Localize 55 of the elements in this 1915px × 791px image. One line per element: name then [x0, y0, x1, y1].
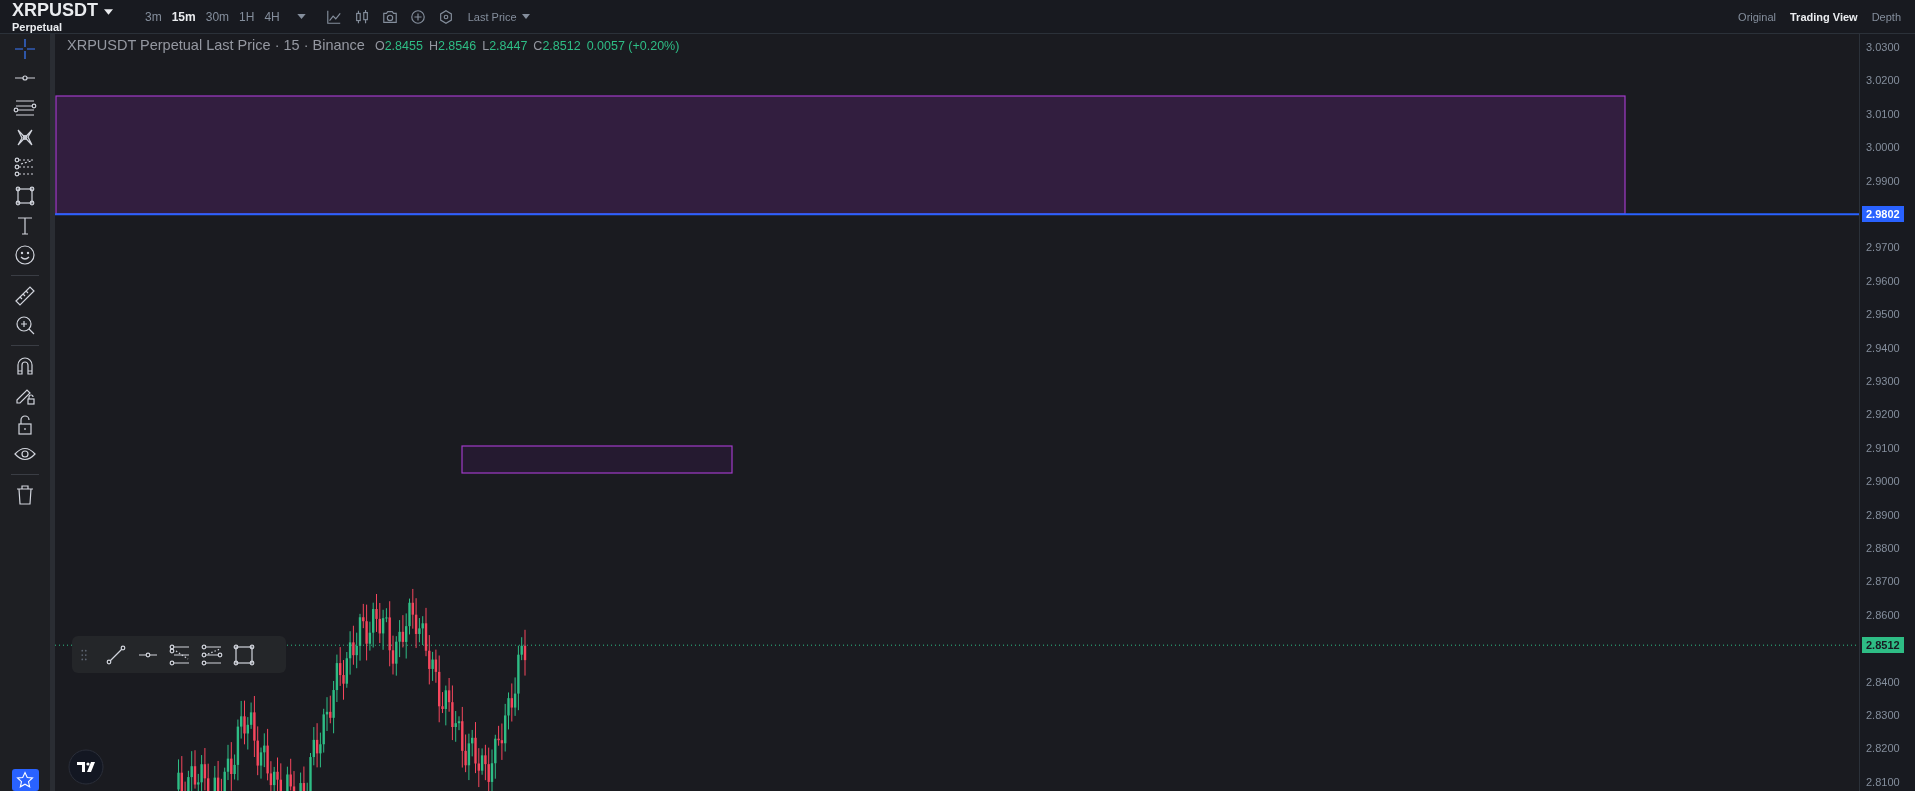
- logo-icon[interactable]: [68, 749, 104, 785]
- favorites-button[interactable]: [11, 769, 39, 791]
- price-marker: 2.9802: [1862, 206, 1904, 223]
- interval-tab[interactable]: 4H: [259, 9, 285, 24]
- price-tick: 3.0100: [1866, 107, 1900, 120]
- price-line[interactable]: [55, 213, 1859, 216]
- view-tab[interactable]: Trading View: [1790, 10, 1858, 23]
- price-tick: 2.9600: [1866, 274, 1900, 287]
- add-icon[interactable]: [409, 8, 426, 25]
- price-tick: 3.0000: [1866, 141, 1900, 154]
- fib-retracement-icon[interactable]: [168, 642, 192, 667]
- star-icon: [15, 770, 35, 790]
- indicator-icon[interactable]: [325, 8, 342, 25]
- ohlc-value: L2.8447: [482, 39, 528, 53]
- view-tab[interactable]: Original: [1738, 10, 1776, 23]
- ohlc-value: O2.8455: [374, 39, 423, 53]
- price-tick: 2.8800: [1866, 542, 1900, 554]
- interval-tab[interactable]: 30m: [200, 9, 235, 24]
- caret-icon[interactable]: [104, 8, 113, 15]
- interval-tab[interactable]: 15m: [166, 9, 201, 24]
- interval-tab[interactable]: 3m: [140, 9, 167, 24]
- fib-extension-icon[interactable]: [200, 642, 224, 667]
- price-tick: 2.8700: [1866, 575, 1900, 588]
- price-type-dropdown[interactable]: Last Price: [467, 10, 530, 23]
- price-tick: 2.9100: [1866, 441, 1900, 454]
- price-tick: 2.8900: [1866, 508, 1900, 521]
- contract-type: Perpetual: [12, 20, 64, 33]
- price-tick: 2.9200: [1866, 408, 1900, 421]
- price-tick: 2.9000: [1866, 475, 1900, 488]
- chart-title: XRPUSDT Perpetual Last Price · 15 · Binance: [67, 37, 365, 53]
- interval-tab[interactable]: 1H: [234, 9, 260, 24]
- price-tick: 2.9400: [1866, 341, 1900, 354]
- emoji-icon[interactable]: [13, 243, 37, 268]
- settings-icon[interactable]: [437, 8, 454, 25]
- price-tick: 2.9300: [1866, 375, 1900, 387]
- price-tick: 2.8400: [1866, 675, 1900, 688]
- price-tick: 2.9900: [1866, 174, 1900, 187]
- ohlc-value: C2.8512: [533, 39, 581, 53]
- price-change: 0.0057 (+0.20%): [586, 39, 680, 53]
- price-tick: 2.8200: [1866, 742, 1900, 755]
- rectangle-icon[interactable]: [232, 642, 256, 667]
- price-tick: 3.0300: [1866, 41, 1900, 53]
- price-tick: 2.8100: [1866, 775, 1900, 788]
- candles-icon[interactable]: [353, 8, 370, 25]
- price-tick: 3.0200: [1866, 74, 1900, 87]
- price-tick: 2.8600: [1866, 608, 1900, 621]
- ohlc-value: H2.8546: [428, 39, 477, 53]
- price-tick: 2.9500: [1866, 308, 1900, 321]
- symbol-name[interactable]: XRPUSDT: [12, 0, 98, 19]
- drag-handle-icon[interactable]: [80, 647, 88, 662]
- camera-icon[interactable]: [381, 8, 398, 25]
- price-tick: 2.9700: [1866, 241, 1900, 254]
- price-marker: 2.8512: [1862, 637, 1904, 654]
- view-tab[interactable]: Depth: [1871, 10, 1901, 23]
- price-tick: 2.8300: [1866, 709, 1900, 721]
